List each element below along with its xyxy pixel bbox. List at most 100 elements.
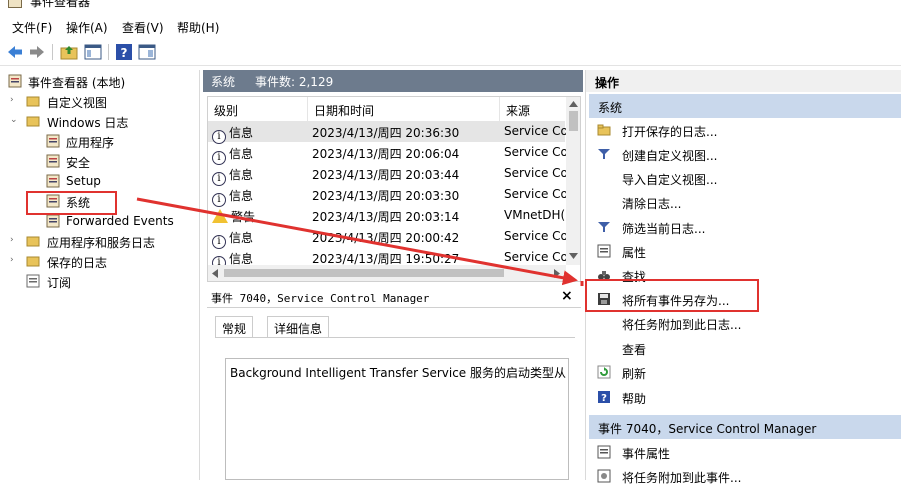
actions-header: 操作 [586, 70, 901, 92]
chevron-right-icon[interactable]: › [10, 235, 20, 245]
section-header-system[interactable]: 系统 [589, 94, 901, 118]
action-label: 属性 [622, 246, 647, 260]
scroll-thumb[interactable] [569, 111, 578, 131]
action-create-custom-view[interactable]: 创建自定义视图... [589, 142, 901, 166]
tab-details[interactable]: 详细信息 [267, 316, 330, 338]
menu-view[interactable]: 查看(V) [122, 19, 164, 36]
action-label: 事件属性 [622, 447, 671, 461]
action-label: 将任务附加到此日志... [622, 318, 742, 332]
row-date: 2023/4/13/周四 20:03:44 [312, 168, 460, 182]
tree-item-setup[interactable]: Setup [0, 171, 198, 191]
close-icon[interactable]: × [561, 288, 573, 304]
table-row[interactable]: i 信息 2023/4/13/周四 20:03:44 Service Co [208, 163, 566, 186]
row-date: 2023/4/13/周四 20:06:04 [312, 147, 460, 161]
column-header-datetime[interactable]: 日期和时间 [308, 97, 500, 121]
table-row[interactable]: i 信息 2023/4/13/周四 20:06:04 Service Co [208, 142, 566, 165]
scroll-thumb[interactable] [224, 269, 504, 277]
tree-item-custom-views[interactable]: › 自定义视图 [0, 91, 198, 111]
tree-item-app-service-logs[interactable]: › 应用程序和服务日志 [0, 231, 198, 251]
action-attach-task-to-log[interactable]: 将任务附加到此日志... [589, 311, 901, 335]
folder-icon [26, 256, 40, 267]
action-label: 刷新 [622, 367, 647, 381]
properties-icon [597, 244, 611, 258]
chevron-right-icon[interactable]: › [10, 255, 20, 265]
action-attach-task-to-event[interactable]: 将任务附加到此事件... [589, 464, 901, 488]
action-import-custom-view[interactable]: 导入自定义视图... [589, 166, 901, 190]
event-viewer-icon [8, 74, 22, 88]
table-row[interactable]: i 信息 2023/4/13/周四 20:03:30 Service Co [208, 184, 566, 207]
toolbar: ? [0, 38, 901, 66]
vertical-scrollbar[interactable] [566, 97, 580, 265]
action-properties[interactable]: 属性 [589, 239, 901, 263]
table-row[interactable]: i 信息 2023/4/13/周四 20:00:42 Service Co [208, 226, 566, 249]
row-source: Service Co [504, 250, 566, 264]
chevron-right-icon[interactable]: › [10, 95, 20, 105]
forward-arrow-icon[interactable] [28, 43, 46, 61]
actions-pane: 操作 系统 打开保存的日志... 创建自定义视图... 导入自定义视图... 清… [585, 70, 901, 485]
table-row[interactable]: i 信息 2023/4/13/周四 20:36:30 Service Co [208, 121, 566, 144]
scroll-left-icon[interactable] [212, 269, 218, 278]
tab-divider [215, 337, 575, 338]
action-label: 将任务附加到此事件... [622, 471, 742, 485]
highlight-box-save-all [585, 279, 759, 312]
section-header-event[interactable]: 事件 7040，Service Control Manager [589, 415, 901, 439]
filter-icon [598, 149, 610, 159]
log-icon [46, 134, 60, 148]
log-header: 系统 事件数: 2,129 [203, 70, 583, 92]
up-folder-icon[interactable] [60, 43, 78, 61]
action-pane-icon[interactable] [138, 43, 156, 61]
tree-item-security[interactable]: 安全 [0, 151, 198, 171]
console-tree-icon[interactable] [84, 43, 102, 61]
horizontal-scrollbar[interactable] [208, 265, 566, 281]
action-label: 筛选当前日志... [622, 222, 706, 236]
tree-item-application[interactable]: 应用程序 [0, 131, 198, 151]
event-description[interactable]: Background Intelligent Transfer Service … [225, 358, 569, 480]
action-open-saved-log[interactable]: 打开保存的日志... [589, 118, 901, 142]
scroll-right-icon[interactable] [554, 269, 560, 278]
tree-item-root[interactable]: 事件查看器 (本地) [0, 71, 198, 91]
column-header-source[interactable]: 来源 [500, 97, 566, 121]
scroll-up-icon[interactable] [569, 101, 578, 107]
section-title: 事件 7040，Service Control Manager [598, 422, 817, 436]
tree-item-saved-logs[interactable]: › 保存的日志 [0, 251, 198, 271]
action-filter-current-log[interactable]: 筛选当前日志... [589, 215, 901, 239]
row-level: 信息 [229, 147, 254, 161]
action-view[interactable]: 查看 [589, 336, 901, 360]
menu-help[interactable]: 帮助(H) [177, 19, 219, 36]
row-source: Service Co [504, 124, 566, 138]
column-header-level[interactable]: 级别 [208, 97, 308, 121]
menu-action[interactable]: 操作(A) [66, 19, 108, 36]
row-date: 2023/4/13/周四 20:03:30 [312, 189, 460, 203]
row-source: Service Co [504, 166, 566, 180]
table-row[interactable]: 警告 2023/4/13/周四 20:03:14 VMnetDH( [208, 205, 565, 226]
event-detail-body: 常规 详细信息 Background Intelligent Transfer … [207, 308, 581, 480]
center-pane: 系统 事件数: 2,129 级别 日期和时间 来源 i 信息 2023/4/13/… [203, 70, 583, 480]
tree-item-windows-logs[interactable]: ⌄ Windows 日志 [0, 111, 198, 131]
action-help[interactable]: ? 帮助 [589, 385, 901, 409]
log-icon [46, 214, 60, 228]
back-arrow-icon[interactable] [6, 43, 24, 61]
row-date: 2023/4/13/周四 20:03:14 [312, 210, 460, 224]
scroll-down-icon[interactable] [569, 253, 578, 259]
row-date: 2023/4/13/周四 20:36:30 [312, 126, 460, 140]
window-title: 事件查看器 [30, 0, 91, 9]
help-icon[interactable]: ? [115, 43, 133, 61]
row-source: Service Co [504, 229, 566, 243]
action-event-properties[interactable]: 事件属性 [589, 440, 901, 464]
row-level: 信息 [229, 189, 254, 203]
row-source: VMnetDH( [504, 208, 566, 222]
action-refresh[interactable]: 刷新 [589, 360, 901, 384]
tree-label: 自定义视图 [47, 96, 108, 110]
action-label: 查看 [622, 343, 647, 357]
properties-icon [597, 445, 611, 459]
task-icon [597, 469, 611, 483]
action-clear-log[interactable]: 清除日志... [589, 190, 901, 214]
folder-icon [26, 236, 40, 247]
menu-file[interactable]: 文件(F) [12, 19, 52, 36]
chevron-down-icon[interactable]: ⌄ [10, 115, 20, 125]
tab-general[interactable]: 常规 [215, 316, 254, 338]
tree-item-subscriptions[interactable]: 订阅 [0, 271, 198, 291]
tree-label: 订阅 [47, 276, 72, 290]
log-name: 系统 [211, 75, 236, 89]
filter-icon [598, 222, 610, 232]
